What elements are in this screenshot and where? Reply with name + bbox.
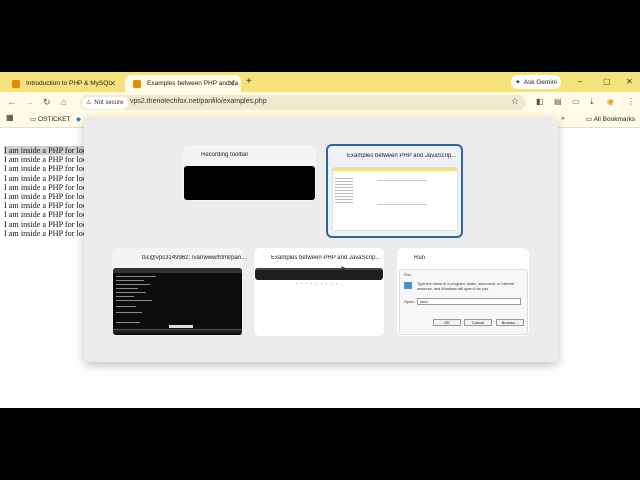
window-card-examples-selected[interactable]: Examples between PHP and JavaScrip... (326, 144, 463, 238)
text-line: I am inside a PHP for loop (4, 192, 92, 202)
favicon-icon (133, 79, 141, 88)
ask-gemini-button[interactable]: ✦ Ask Gemini (511, 75, 561, 89)
page-content: I am inside a PHP for loop I am inside a… (4, 146, 92, 238)
security-label: Not secure (94, 99, 124, 106)
window-title: Examples between PHP and JavaScrip... (347, 153, 457, 159)
address-bar[interactable]: ⚠ Not secure vps2.theriotechfox.net/panf… (80, 95, 526, 110)
window-thumbnail (113, 268, 242, 335)
more-bookmarks-icon[interactable]: » (561, 115, 565, 122)
window-thumbnail (184, 166, 315, 200)
video-frame: Introduction to PHP & MySQL ✕ Examples b… (0, 0, 640, 480)
window-card-recording-toolbar[interactable]: Recording toolbar (183, 145, 316, 201)
run-dialog-title: Run (404, 272, 412, 277)
media-icon[interactable]: ▤ (554, 97, 562, 106)
window-thumbnail (332, 167, 458, 231)
back-icon[interactable]: ← (7, 97, 16, 107)
cancel-button[interactable]: Cancel (464, 319, 492, 326)
sparkle-icon: ✦ (515, 79, 521, 86)
all-bookmarks-label: All Bookmarks (593, 116, 636, 123)
window-title: Run (414, 255, 426, 261)
text-line: I am inside a PHP for loop (4, 146, 92, 156)
browse-button[interactable]: Browse... (496, 319, 524, 326)
mouse-cursor-icon: ➤ (340, 264, 347, 273)
tab-label: Examples between PHP and Ja (147, 80, 239, 87)
bookmark-star-icon[interactable]: ☆ (511, 96, 519, 107)
maximize-icon[interactable]: ▢ (603, 77, 611, 86)
minimize-icon[interactable]: – (578, 77, 582, 86)
open-field[interactable]: cmd (417, 298, 521, 305)
text-line: I am inside a PHP for loop (4, 219, 92, 229)
bookmark-osticket[interactable]: ▭ OSTICKET (30, 115, 70, 123)
bookmark-label: OSTICKET (37, 116, 71, 123)
thumbnail-content (296, 283, 340, 284)
url-text[interactable]: vps2.theriotechfox.net/panfilo/examples.… (130, 98, 267, 105)
text-line: I am inside a PHP for loop (4, 155, 92, 165)
window-title: Examples between PHP and JavaScrip... (271, 255, 381, 261)
close-icon[interactable]: ✕ (109, 79, 116, 88)
close-icon[interactable]: ✕ (228, 79, 235, 88)
screen: Introduction to PHP & MySQL ✕ Examples b… (0, 72, 640, 408)
download-icon[interactable]: ⤓ (590, 97, 594, 107)
text-line: I am inside a PHP for loop (4, 210, 92, 220)
bookmark-icon[interactable]: ◆ (76, 115, 81, 123)
tab-label: Introduction to PHP & MySQL (26, 80, 112, 87)
reload-icon[interactable]: ↻ (43, 97, 51, 108)
profile-icon[interactable]: ◉ (607, 97, 614, 106)
text-line: I am inside a PHP for loop (4, 201, 92, 211)
menu-icon[interactable]: ⋮ (627, 97, 635, 106)
window-title: Recording toolbar (201, 152, 249, 158)
forward-icon[interactable]: → (25, 97, 34, 107)
tab-examples[interactable]: Examples between PHP and Ja ✕ (125, 75, 241, 92)
text-line: I am inside a PHP for loop (4, 182, 92, 192)
tab-intro-php[interactable]: Introduction to PHP & MySQL ✕ (4, 75, 122, 92)
ok-button[interactable]: OK (433, 319, 461, 326)
security-chip[interactable]: ⚠ Not secure (82, 96, 129, 109)
window-thumbnail (255, 268, 383, 280)
ask-gemini-label: Ask Gemini (523, 78, 557, 86)
open-label: Open: (404, 299, 415, 304)
run-dialog-thumbnail: Run Type the name of a program, folder, … (399, 269, 528, 335)
tab-strip: Introduction to PHP & MySQL ✕ Examples b… (0, 72, 640, 92)
browser-toolbar: ← → ↻ ⌂ ⚠ Not secure vps2.theriotechfox.… (0, 92, 640, 112)
window-icon[interactable]: ▭ (572, 97, 580, 106)
task-switcher: Recording toolbar Examples between PHP a… (84, 118, 558, 362)
text-line: I am inside a PHP for loop (4, 173, 92, 183)
all-bookmarks[interactable]: ▭ All Bookmarks (586, 115, 635, 123)
window-card-terminal[interactable]: tsc@vps3149962: /var/www/html/pan... (112, 248, 247, 336)
run-icon (404, 282, 412, 289)
extension-icon[interactable]: ◧ (536, 97, 544, 106)
close-window-icon[interactable]: ✕ (626, 77, 633, 86)
window-card-examples[interactable]: Examples between PHP and JavaScrip... ➤ (254, 248, 384, 336)
text-line: I am inside a PHP for loop (4, 228, 92, 238)
home-icon[interactable]: ⌂ (61, 97, 66, 107)
warning-icon: ⚠ (86, 100, 92, 106)
new-tab-icon[interactable]: + (246, 76, 252, 87)
favicon-icon (12, 79, 20, 88)
window-card-run[interactable]: Run Run Type the name of a program, fold… (397, 248, 529, 336)
window-title: tsc@vps3149962: /var/www/html/pan... (142, 255, 247, 261)
text-line: I am inside a PHP for loop (4, 164, 92, 174)
apps-icon[interactable]: ▦ (6, 113, 14, 122)
run-description: Type the name of a program, folder, docu… (417, 282, 515, 291)
